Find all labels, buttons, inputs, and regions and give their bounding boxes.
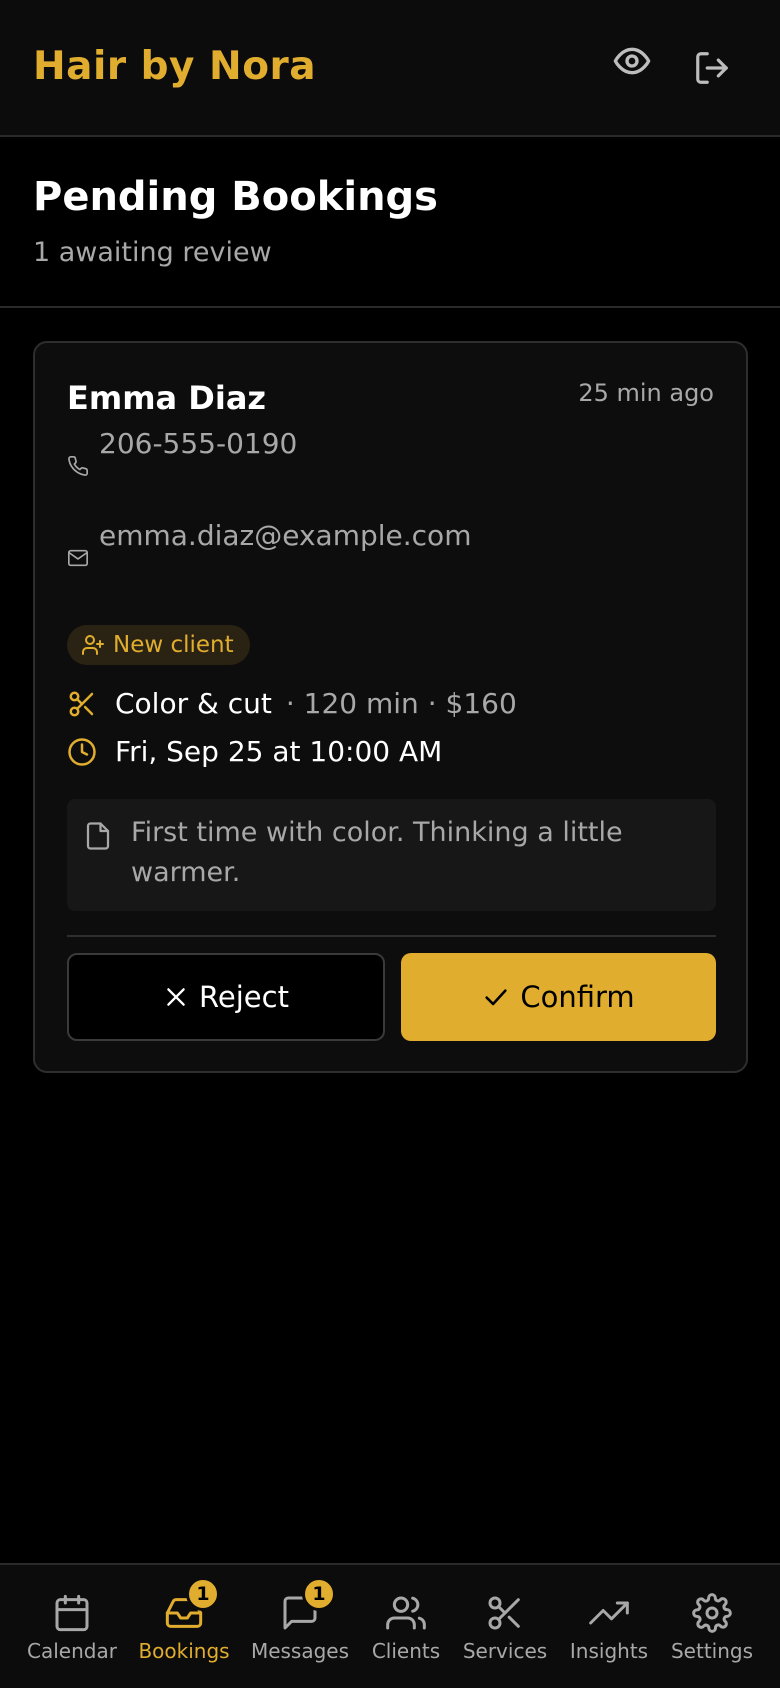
client-email: emma.diaz@example.com — [99, 519, 472, 552]
logout-icon — [696, 52, 728, 84]
confirm-button[interactable]: Confirm — [401, 953, 716, 1041]
nav-label: Insights — [569, 1639, 649, 1663]
service-meta: · 120 min · $160 — [285, 687, 517, 720]
confirm-label: Confirm — [520, 980, 635, 1014]
scissors-icon — [69, 691, 94, 716]
card-divider — [67, 935, 716, 937]
nav-label: Messages — [250, 1639, 350, 1663]
users-icon — [386, 1596, 426, 1630]
bottom-nav: Calendar 1 Bookings 1 Messages Clients S… — [0, 1563, 780, 1688]
time-ago: 25 min ago — [578, 379, 714, 407]
page-subtitle: 1 awaiting review — [33, 237, 272, 268]
nav-label: Settings — [670, 1639, 754, 1663]
note-text: First time with color. Thinking a little… — [131, 817, 623, 888]
nav-label: Services — [462, 1639, 548, 1663]
preview-button[interactable] — [607, 36, 657, 86]
reject-button[interactable]: Reject — [67, 953, 385, 1041]
nav-label: Clients — [371, 1639, 441, 1663]
new-client-badge: New client — [67, 625, 250, 665]
booking-datetime: Fri, Sep 25 at 10:00 AM — [115, 735, 443, 768]
service-row: Color & cut · 120 min · $160 — [67, 687, 517, 720]
app-header: Hair by Nora — [0, 0, 780, 137]
logout-button[interactable] — [687, 43, 737, 93]
reject-label: Reject — [199, 980, 289, 1014]
badge-label: New client — [113, 632, 234, 658]
datetime-row: Fri, Sep 25 at 10:00 AM — [67, 735, 442, 768]
nav-label: Calendar — [27, 1639, 117, 1663]
brand-title: Hair by Nora — [33, 44, 317, 89]
trending-icon — [589, 1601, 629, 1625]
booking-card: Emma Diaz 25 min ago 206-555-0190 emma.d… — [33, 341, 748, 1073]
phone-icon — [68, 456, 88, 476]
check-icon — [485, 989, 507, 1006]
service-name: Color & cut — [115, 687, 272, 720]
close-icon — [167, 988, 185, 1006]
client-phone: 206-555-0190 — [99, 427, 298, 460]
nav-insights[interactable]: Insights — [564, 1565, 654, 1688]
nav-bookings[interactable]: 1 Bookings — [134, 1565, 234, 1688]
messages-count-badge: 1 — [302, 1577, 336, 1611]
client-note: First time with color. Thinking a little… — [67, 799, 716, 911]
nav-settings[interactable]: Settings — [666, 1565, 758, 1688]
nav-label: Bookings — [138, 1639, 230, 1663]
clock-icon — [68, 737, 96, 766]
mail-icon — [68, 549, 88, 567]
nav-clients[interactable]: Clients — [366, 1565, 446, 1688]
page-heading: Pending Bookings 1 awaiting review — [0, 139, 780, 308]
nav-calendar[interactable]: Calendar — [24, 1565, 120, 1688]
nav-messages[interactable]: 1 Messages — [248, 1565, 352, 1688]
eye-icon — [613, 47, 651, 75]
file-icon — [86, 822, 110, 850]
user-plus-icon — [82, 635, 104, 655]
page-title: Pending Bookings — [33, 174, 438, 220]
gear-icon — [692, 1593, 732, 1633]
scissors-icon — [488, 1596, 520, 1630]
calendar-icon — [55, 1594, 89, 1632]
nav-services[interactable]: Services — [460, 1565, 550, 1688]
client-name: Emma Diaz — [67, 379, 267, 417]
bookings-count-badge: 1 — [186, 1577, 220, 1611]
